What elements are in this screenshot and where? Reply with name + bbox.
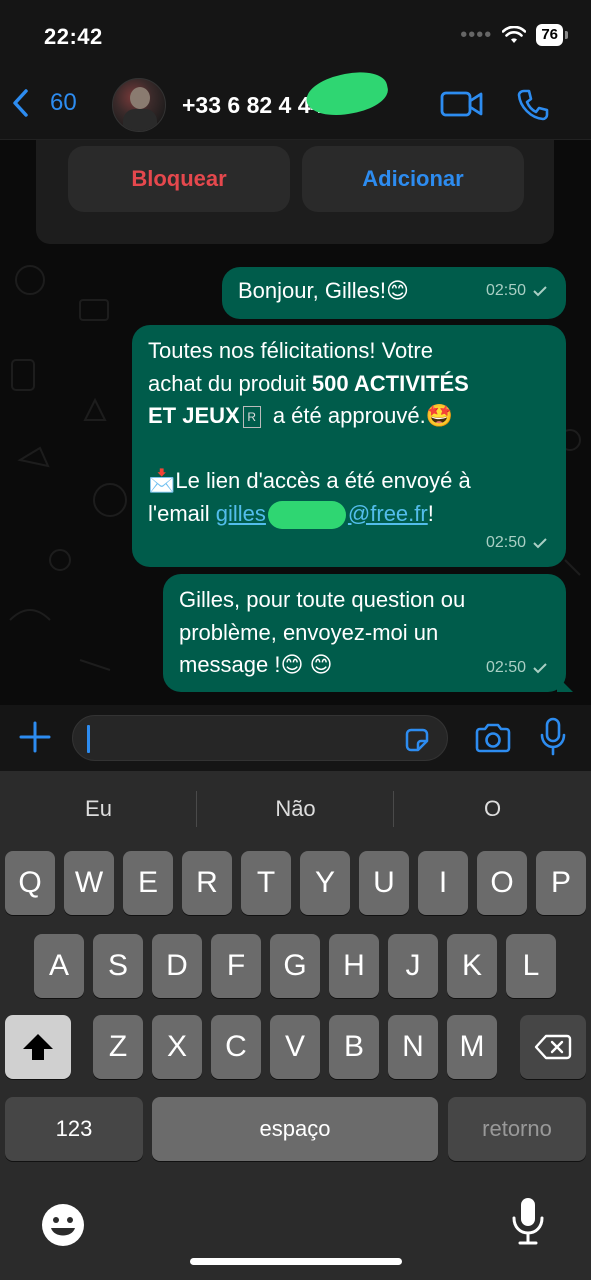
video-call-icon[interactable]: [440, 88, 484, 120]
key-y[interactable]: Y: [300, 851, 350, 915]
product-name: ET JEUX: [148, 403, 240, 428]
key-g[interactable]: G: [270, 934, 320, 998]
shift-key[interactable]: [5, 1015, 71, 1079]
email-link-end: @free.fr: [347, 500, 428, 526]
space-key[interactable]: espaço: [152, 1097, 438, 1161]
message-meta: 02:50: [486, 652, 548, 685]
key-i[interactable]: I: [418, 851, 468, 915]
message-text: achat du produit: [148, 370, 312, 396]
text-cursor: [87, 725, 90, 753]
message-meta: 02:50: [486, 527, 548, 560]
key-r[interactable]: R: [182, 851, 232, 915]
key-l[interactable]: L: [506, 934, 556, 998]
block-button[interactable]: Bloquear: [68, 146, 290, 212]
key-q[interactable]: Q: [5, 851, 55, 915]
key-n[interactable]: N: [388, 1015, 438, 1079]
key-p[interactable]: P: [536, 851, 586, 915]
suggestion-2[interactable]: Não: [197, 771, 394, 847]
key-o[interactable]: O: [477, 851, 527, 915]
key-a[interactable]: A: [34, 934, 84, 998]
key-b[interactable]: B: [329, 1015, 379, 1079]
shift-icon: [23, 1034, 53, 1060]
backspace-key[interactable]: [520, 1015, 586, 1079]
plus-icon[interactable]: [18, 720, 52, 754]
message-line: Toutes nos félicitations! Votre: [148, 338, 433, 363]
compose-bar: [0, 705, 591, 771]
key-c[interactable]: C: [211, 1015, 261, 1079]
contact-name[interactable]: +33 6 82 4 44: [182, 92, 323, 119]
phone-icon[interactable]: [516, 88, 550, 122]
message-input[interactable]: [72, 715, 448, 761]
status-indicators: •••• 76: [460, 24, 568, 46]
sent-check-icon: [533, 663, 547, 674]
chat-area[interactable]: Bloquear Adicionar Bonjour, Gilles!😊 02:…: [0, 140, 591, 705]
message-line: problème, envoyez-moi un: [179, 619, 439, 645]
numbers-key[interactable]: 123: [5, 1097, 143, 1161]
back-chevron-icon: [13, 89, 28, 117]
chat-header: 60 +33 6 82 4 44: [0, 70, 591, 140]
message-line: Gilles, pour toute question ou: [179, 587, 466, 612]
backspace-icon: [534, 1034, 572, 1060]
wifi-icon: [502, 26, 527, 43]
sent-check-icon: [533, 538, 547, 549]
key-s[interactable]: S: [93, 934, 143, 998]
return-key[interactable]: retorno: [448, 1097, 586, 1161]
camera-icon[interactable]: [474, 722, 512, 754]
message-time: 02:50: [485, 281, 526, 299]
unknown-contact-card: Bloquear Adicionar: [36, 140, 554, 244]
key-w[interactable]: W: [64, 851, 114, 915]
message-time: 02:50: [485, 533, 526, 551]
key-v[interactable]: V: [270, 1015, 320, 1079]
home-indicator: [190, 1258, 402, 1265]
key-m[interactable]: M: [447, 1015, 497, 1079]
suggestion-3[interactable]: O: [394, 771, 591, 847]
key-h[interactable]: H: [329, 934, 379, 998]
sent-check-icon: [533, 286, 547, 297]
key-x[interactable]: X: [152, 1015, 202, 1079]
key-z[interactable]: Z: [93, 1015, 143, 1079]
add-contact-button[interactable]: Adicionar: [302, 146, 524, 212]
message-bubble[interactable]: Bonjour, Gilles!😊 02:50: [222, 267, 566, 319]
message-text: Bonjour, Gilles!😊: [238, 278, 409, 303]
key-u[interactable]: U: [359, 851, 409, 915]
signal-icon: ••••: [460, 24, 493, 46]
dictation-icon[interactable]: [510, 1196, 546, 1246]
sticker-icon[interactable]: [403, 726, 431, 754]
message-text: !: [427, 500, 434, 526]
product-name: 500 ACTIVITÉS: [311, 370, 469, 396]
message-line: achat du produit 500 ACTIVITÉS: [148, 368, 550, 401]
key-f[interactable]: F: [211, 934, 261, 998]
message-bubble[interactable]: Toutes nos félicitations! Votre achat du…: [132, 325, 566, 567]
status-bar: 22:42 •••• 76: [0, 0, 591, 70]
message-line: ET JEUX R a été approuvé.🤩: [148, 400, 550, 433]
keyboard: Eu Não O Q W E R T Y U I O P A S D F G H…: [0, 771, 591, 1280]
email-link-start: gilles: [215, 500, 266, 526]
registered-symbol: R: [242, 406, 261, 429]
back-button[interactable]: 60: [12, 88, 77, 118]
key-k[interactable]: K: [447, 934, 497, 998]
message-text: a été approuvé.🤩: [272, 403, 454, 428]
message-bubble[interactable]: Gilles, pour toute question ou problème,…: [163, 574, 573, 692]
key-e[interactable]: E: [123, 851, 173, 915]
message-line: l'email gilles @free.fr!: [148, 498, 550, 531]
key-j[interactable]: J: [388, 934, 438, 998]
message-line: 📩Le lien d'accès a été envoyé à: [148, 468, 471, 493]
message-time: 02:50: [485, 658, 526, 676]
email-link[interactable]: gilles @free.fr: [215, 500, 428, 529]
status-time: 22:42: [44, 24, 103, 49]
redaction-mark: [267, 500, 346, 529]
unread-count: 60: [50, 89, 77, 116]
suggestion-1[interactable]: Eu: [0, 771, 197, 847]
key-t[interactable]: T: [241, 851, 291, 915]
key-d[interactable]: D: [152, 934, 202, 998]
message-meta: 02:50: [486, 275, 548, 308]
battery-indicator: 76: [536, 24, 568, 46]
emoji-icon[interactable]: [40, 1202, 86, 1248]
microphone-icon[interactable]: [538, 717, 568, 757]
contact-avatar[interactable]: [112, 78, 166, 132]
message-text: l'email: [148, 500, 216, 526]
